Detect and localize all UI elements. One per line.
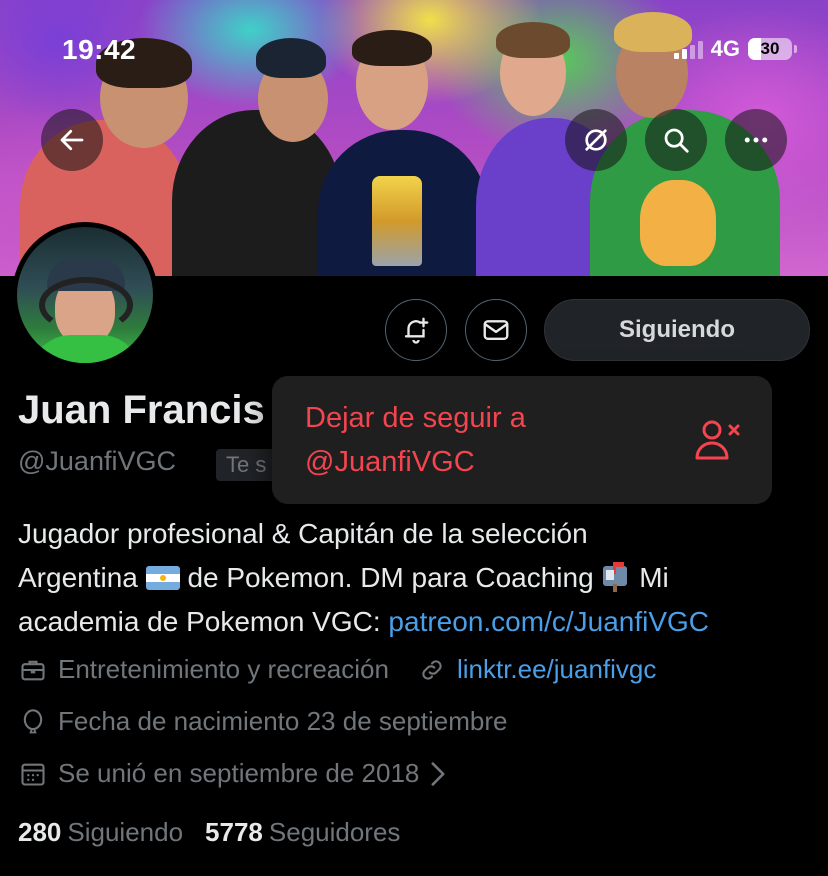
avatar-shirt [31, 335, 141, 363]
user-handle: @JuanfiVGC [18, 446, 176, 476]
profile-meta-row-2: Fecha de nacimiento 23 de septiembre [18, 706, 508, 737]
profile-bio: Jugador profesional & Capitán de la sele… [18, 512, 818, 644]
profile-meta-row-3[interactable]: Se unió en septiembre de 2018 [18, 758, 447, 789]
following-stat[interactable]: 280 Siguiendo [18, 817, 183, 848]
cellular-signal-icon [673, 39, 703, 59]
hide-spoilers-button[interactable] [565, 109, 627, 171]
search-button[interactable] [645, 109, 707, 171]
battery-fill [748, 38, 762, 60]
bio-line-3: academia de Pokemon VGC: patreon.com/c/J… [18, 600, 818, 644]
status-indicators: 4G 30 [673, 36, 797, 62]
profile-category: Entretenimiento y recreación [58, 654, 389, 684]
person-remove-icon[interactable] [694, 418, 742, 462]
chevron-right-icon [431, 761, 445, 786]
following-count: 280 [18, 817, 62, 847]
status-time: 19:42 [62, 34, 137, 65]
profile-screen: 19:42 4G 30 Siguiendo Juan Francis @Juan… [0, 0, 828, 876]
battery-level: 30 [760, 39, 780, 58]
briefcase-icon [18, 655, 48, 685]
profile-meta-row-1: Entretenimiento y recreación linktr.ee/j… [18, 654, 656, 685]
network-type: 4G [710, 36, 740, 61]
balloon-icon [18, 707, 48, 737]
back-button[interactable] [41, 109, 103, 171]
avatar-image [17, 227, 153, 363]
calendar-icon [18, 759, 48, 789]
patreon-link[interactable]: patreon.com/c/JuanfiVGC [388, 606, 709, 637]
joined-date: Se unió en septiembre de 2018 [58, 758, 420, 788]
banner-hair-4 [496, 22, 570, 58]
battery-icon: 30 [748, 38, 797, 60]
bell-plus-icon [404, 317, 429, 344]
bio-coaching: de Pokemon. DM para Coaching [187, 562, 594, 593]
followers-stat[interactable]: 5778 Seguidores [205, 817, 400, 848]
unfollow-handle: @JuanfiVGC [305, 446, 475, 478]
birthday-text: Fecha de nacimiento 23 de septiembre [58, 706, 508, 736]
bio-line-2: Argentina de Pokemon. DM para Coaching M… [18, 556, 818, 600]
bio-argentina: Argentina [18, 562, 138, 593]
argentina-flag-icon [145, 566, 180, 590]
follow-stats: 280 Siguiendo 5778 Seguidores [18, 817, 400, 848]
banner-person-2 [172, 110, 342, 276]
website-link[interactable]: linktr.ee/juanfivgc [457, 654, 656, 685]
more-button[interactable] [725, 109, 787, 171]
envelope-icon [483, 320, 509, 340]
mailbox-icon [603, 562, 628, 592]
bio-line-1: Jugador profesional & Capitán de la sele… [18, 518, 588, 549]
bio-academia: academia de Pokemon VGC: [18, 606, 381, 637]
avatar[interactable] [12, 222, 158, 368]
unfollow-label: Dejar de seguir a [305, 402, 526, 434]
search-icon [664, 128, 689, 153]
unfollow-menu: Dejar de seguir a @JuanfiVGC [272, 376, 772, 504]
followers-label: Seguidores [268, 817, 401, 847]
banner-dragonite-plush [640, 180, 716, 266]
display-name: Juan Francis [18, 388, 265, 432]
message-button[interactable] [465, 299, 527, 361]
eye-slash-icon [585, 129, 607, 151]
more-horizontal-icon [744, 137, 768, 143]
following-label: Siguiendo [67, 817, 184, 847]
unfollow-menu-item[interactable]: Dejar de seguir a @JuanfiVGC [305, 396, 635, 484]
bio-mi: Mi [639, 562, 669, 593]
banner-cap-2 [256, 38, 326, 78]
link-icon [417, 655, 447, 685]
notifications-button[interactable] [385, 299, 447, 361]
followers-count: 5778 [205, 817, 263, 847]
banner-trophy [372, 176, 422, 266]
following-button[interactable]: Siguiendo [544, 299, 810, 361]
arrow-left-icon [60, 129, 84, 151]
banner-hair-3 [352, 30, 432, 66]
avatar-headset [39, 277, 133, 333]
